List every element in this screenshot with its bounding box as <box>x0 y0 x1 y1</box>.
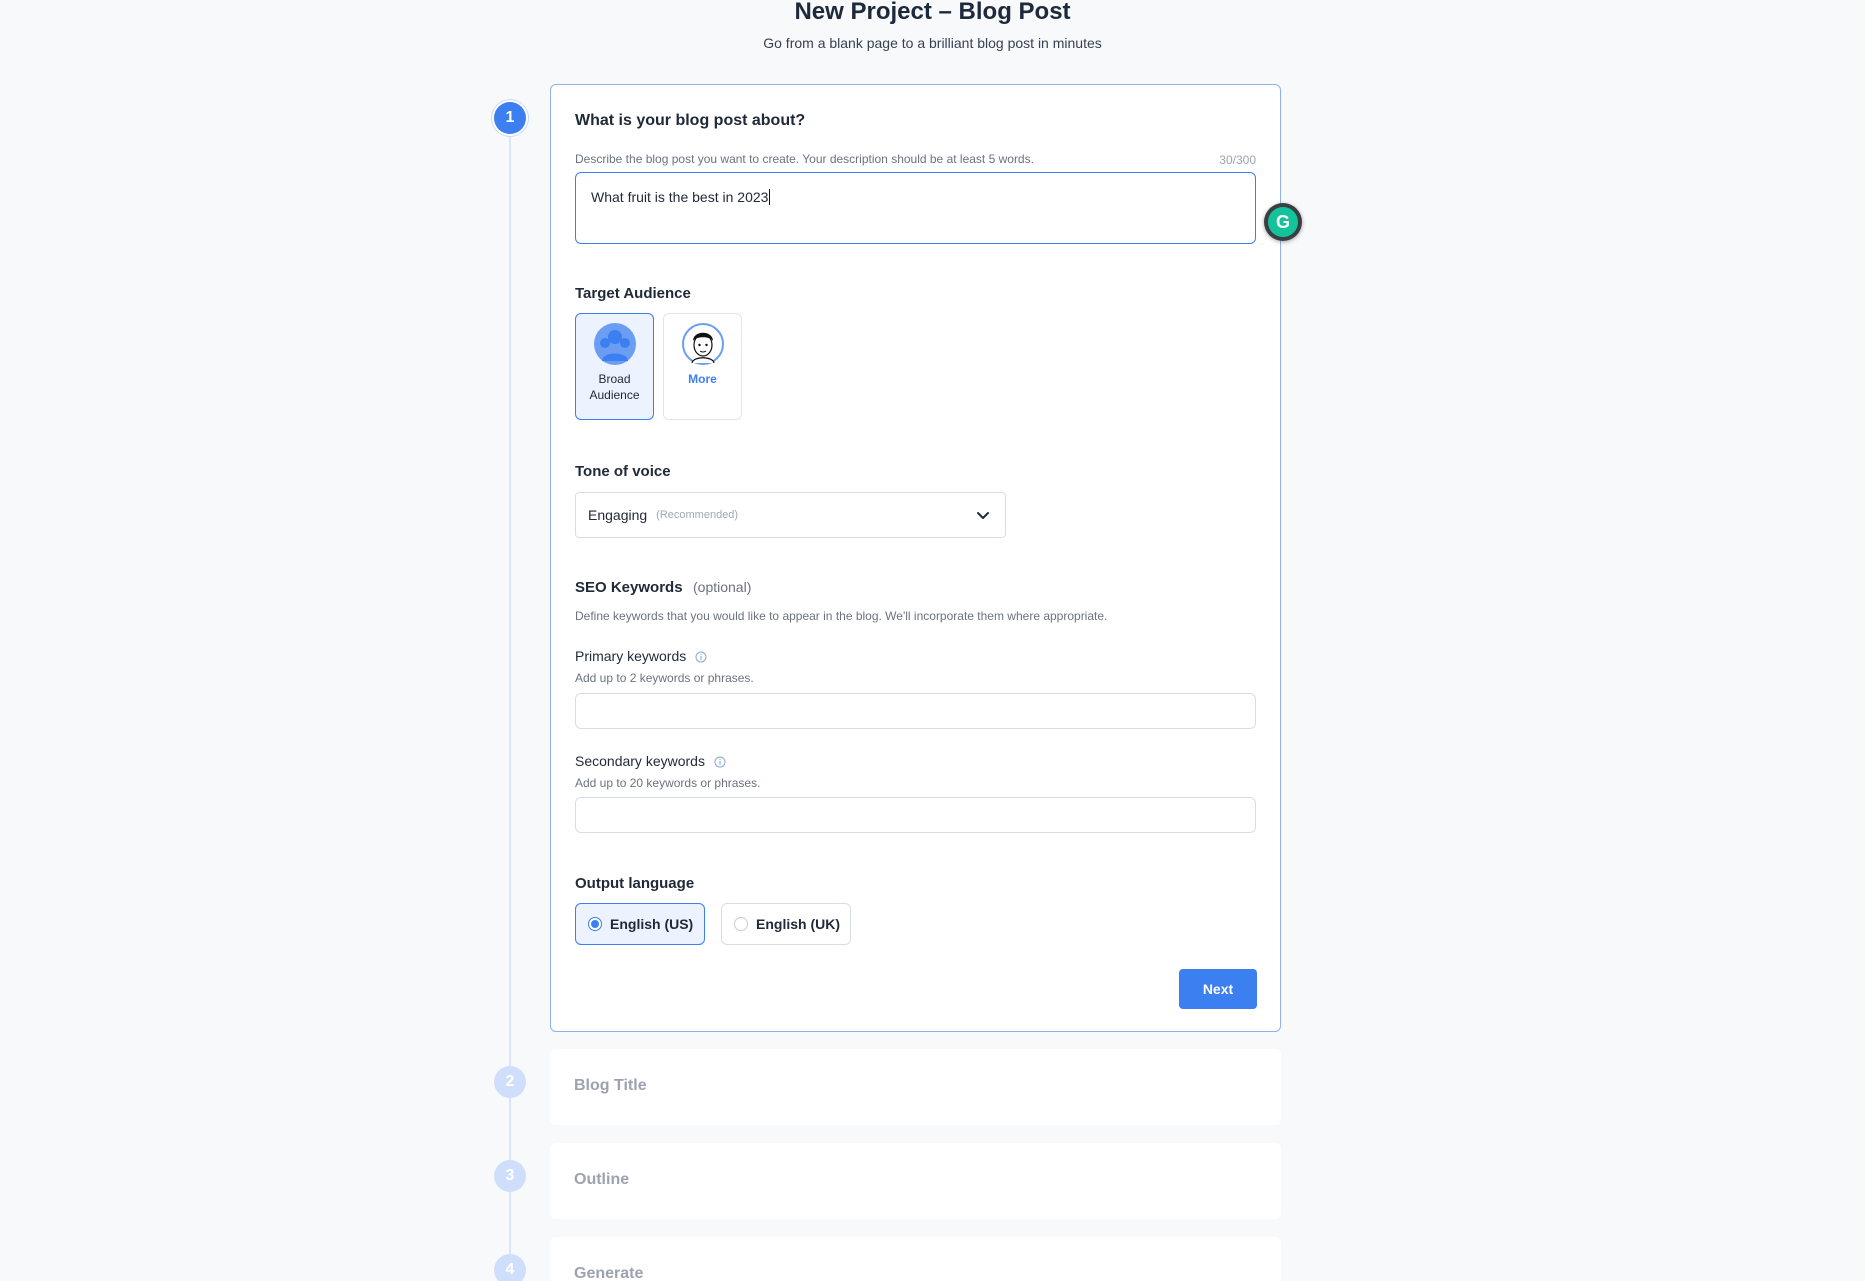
audience-option-more[interactable]: More <box>663 313 742 420</box>
tone-recommended-hint: (Recommended) <box>656 509 739 521</box>
grammarly-button[interactable]: G <box>1264 203 1302 241</box>
target-audience-label: Target Audience <box>575 285 691 302</box>
step-4-title: Generate <box>574 1265 644 1281</box>
output-language-label: Output language <box>575 875 695 892</box>
tone-of-voice-label: Tone of voice <box>575 463 671 480</box>
seo-heading: SEO Keywords (optional) <box>575 579 751 597</box>
step-4-card[interactable]: Generate <box>550 1237 1281 1281</box>
step-2-indicator: 2 <box>494 1066 526 1098</box>
info-icon[interactable] <box>714 755 726 771</box>
person-avatar-icon <box>681 323 724 365</box>
group-icon <box>593 323 636 365</box>
language-option-en-us[interactable]: English (US) <box>575 903 705 945</box>
primary-keywords-label-row: Primary keywords <box>575 648 707 666</box>
step-2-title: Blog Title <box>574 1077 647 1094</box>
seo-keywords-label: SEO Keywords <box>575 579 683 596</box>
step-3-indicator: 3 <box>494 1160 526 1192</box>
primary-keywords-input[interactable] <box>575 693 1256 729</box>
step-4-indicator: 4 <box>494 1254 526 1281</box>
character-counter: 30/300 <box>1219 153 1256 167</box>
page-subtitle: Go from a blank page to a brilliant blog… <box>763 35 1102 51</box>
text-caret <box>769 189 771 205</box>
language-option-label: English (US) <box>610 916 694 932</box>
step-1-indicator: 1 <box>494 102 526 134</box>
step-3-card[interactable]: Outline <box>550 1143 1281 1219</box>
secondary-keywords-input[interactable] <box>575 797 1256 833</box>
topic-text: What fruit is the best in 2023 <box>591 189 769 205</box>
step-2-card[interactable]: Blog Title <box>550 1049 1281 1125</box>
language-option-en-uk[interactable]: English (UK) <box>721 903 851 945</box>
page-title: New Project – Blog Post <box>794 0 1071 25</box>
topic-question: What is your blog post about? <box>575 112 806 129</box>
info-icon[interactable] <box>695 650 707 666</box>
radio-unchecked-icon <box>734 917 748 931</box>
step-1-card: What is your blog post about? Describe t… <box>550 84 1281 1032</box>
secondary-keywords-label-row: Secondary keywords <box>575 753 726 771</box>
language-option-label: English (UK) <box>756 916 840 932</box>
chevron-down-icon <box>975 507 991 528</box>
stepper-line <box>509 118 511 1281</box>
seo-help-text: Define keywords that you would like to a… <box>575 609 1108 623</box>
primary-keywords-label: Primary keywords <box>575 648 687 664</box>
grammarly-icon: G <box>1268 207 1298 237</box>
radio-checked-icon <box>588 917 602 931</box>
topic-help-text: Describe the blog post you want to creat… <box>575 152 1034 166</box>
step-3-title: Outline <box>574 1171 630 1188</box>
tone-selected-value: Engaging <box>588 507 648 523</box>
audience-option-label: Broad Audience <box>589 372 640 402</box>
primary-keywords-help: Add up to 2 keywords or phrases. <box>575 671 754 685</box>
secondary-keywords-help: Add up to 20 keywords or phrases. <box>575 776 761 790</box>
topic-textarea[interactable]: What fruit is the best in 2023 <box>575 172 1256 244</box>
tone-select[interactable]: Engaging (Recommended) <box>575 492 1006 538</box>
secondary-keywords-label: Secondary keywords <box>575 753 705 769</box>
next-button[interactable]: Next <box>1179 969 1257 1009</box>
audience-option-broad[interactable]: Broad Audience <box>575 313 654 420</box>
audience-option-label: More <box>688 372 717 386</box>
seo-optional-tag: (optional) <box>693 579 752 595</box>
